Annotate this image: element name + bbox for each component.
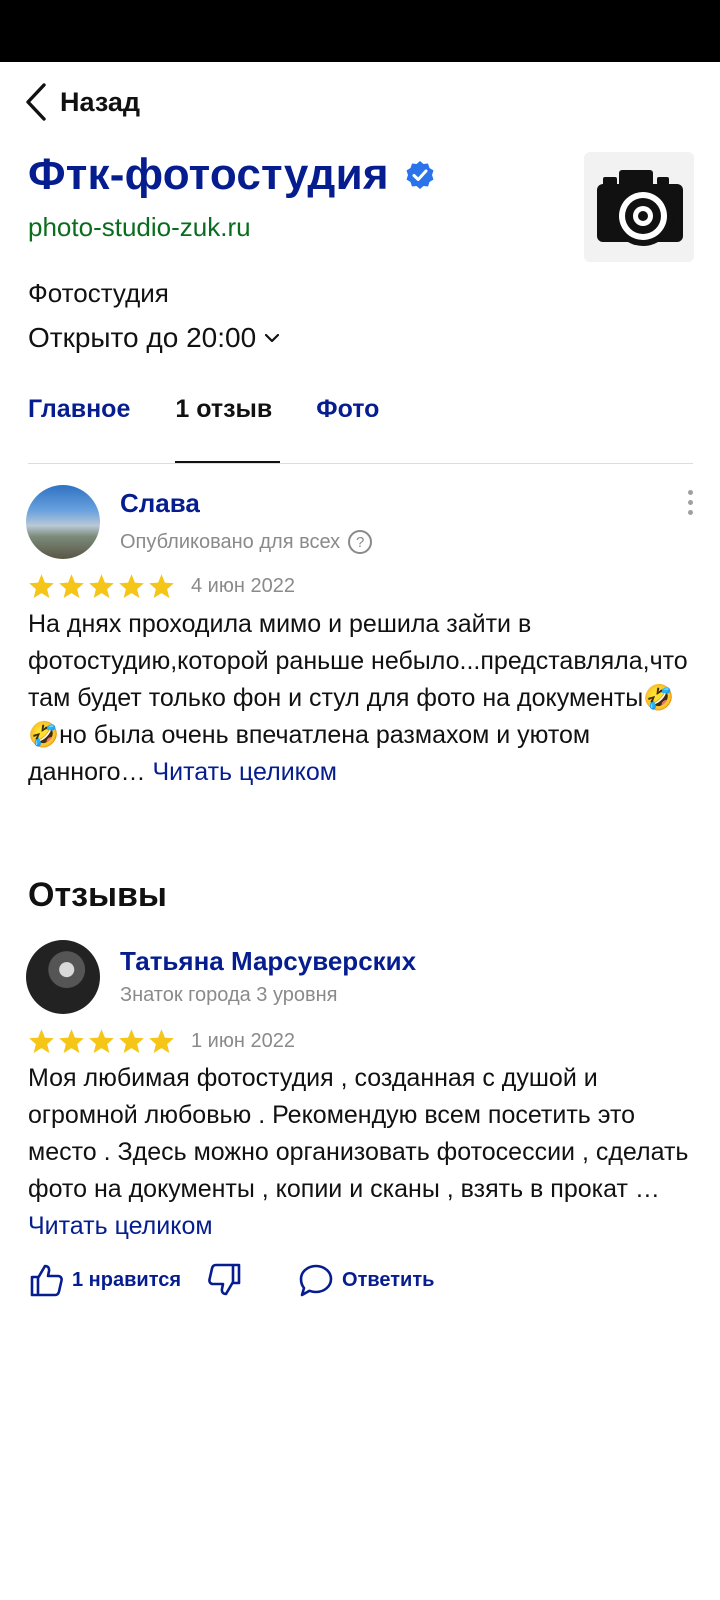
dislike-button[interactable] (207, 1262, 243, 1298)
more-vertical-icon[interactable] (686, 490, 694, 520)
star-row-1 (28, 573, 178, 599)
star-row-2 (28, 1028, 178, 1054)
verified-badge-icon (406, 161, 434, 189)
reply-label: Ответить (342, 1268, 435, 1291)
opening-hours-label: Открыто до 20:00 (28, 322, 257, 353)
review-date: 4 июн 2022 (191, 574, 295, 597)
review-author[interactable]: Татьяна Марсуверских (120, 946, 416, 977)
star-icon (149, 1029, 174, 1054)
author-level-label: Знаток города 3 уровня (120, 984, 338, 1006)
back-label: Назад (60, 86, 141, 117)
star-icon (89, 574, 114, 599)
page-title: Фтк-фотостудия (28, 150, 389, 199)
opening-hours-toggle[interactable]: Открыто до 20:00 (28, 322, 280, 354)
review-date: 1 июн 2022 (191, 1029, 295, 1052)
reply-button[interactable]: Ответить (298, 1262, 434, 1298)
like-button[interactable]: 1 нравится (28, 1262, 181, 1298)
comment-icon (299, 1264, 333, 1297)
star-icon (119, 574, 144, 599)
business-category: Фотостудия (28, 278, 169, 308)
avatar[interactable] (26, 940, 100, 1014)
read-more-link[interactable]: Читать целиком (28, 1212, 213, 1240)
star-icon (59, 1029, 84, 1054)
rating-stars: 4 июн 2022 (28, 573, 295, 599)
review-body: Моя любимая фотостудия , созданная с душ… (28, 1064, 689, 1203)
review-author-subtitle: Знаток города 3 уровня (120, 984, 338, 1007)
star-icon (149, 574, 174, 599)
visibility-label: Опубликовано для всех (120, 530, 341, 553)
business-logo (584, 152, 694, 262)
rating-stars: 1 июн 2022 (28, 1028, 295, 1054)
camera-logo-icon (597, 170, 683, 246)
thumbs-down-icon (208, 1263, 241, 1296)
review-actions: 1 нравится Ответить (28, 1262, 434, 1298)
chevron-left-icon (26, 83, 46, 121)
like-count: 1 нравится (72, 1268, 182, 1291)
tab-reviews[interactable]: 1 отзыв (175, 395, 272, 424)
chevron-down-icon (265, 333, 280, 343)
tabs-divider (28, 463, 693, 464)
tab-bar: Главное 1 отзыв Фото (28, 395, 379, 424)
star-icon (89, 1029, 114, 1054)
avatar[interactable] (26, 485, 100, 559)
tab-photos[interactable]: Фото (316, 395, 379, 424)
review-body: На днях проходила мимо и решила зайти в … (28, 610, 688, 786)
review-author-subtitle: Опубликовано для всех ? (120, 530, 373, 554)
thumbs-up-icon (30, 1264, 63, 1297)
section-title: Отзывы (28, 876, 167, 914)
back-button[interactable]: Назад (24, 80, 140, 124)
question-icon[interactable]: ? (348, 530, 373, 554)
star-icon (29, 1029, 54, 1054)
website-link[interactable]: photo-studio-zuk.ru (28, 212, 251, 243)
tab-main[interactable]: Главное (28, 395, 130, 424)
read-more-link[interactable]: Читать целиком (152, 758, 337, 786)
star-icon (119, 1029, 144, 1054)
review-text: На днях проходила мимо и решила зайти в … (28, 606, 696, 791)
status-bar (0, 0, 720, 62)
title-row: Фтк-фотостудия (28, 150, 435, 200)
star-icon (29, 574, 54, 599)
review-text: Моя любимая фотостудия , созданная с душ… (28, 1060, 696, 1245)
review-author[interactable]: Слава (120, 488, 200, 519)
star-icon (59, 574, 84, 599)
